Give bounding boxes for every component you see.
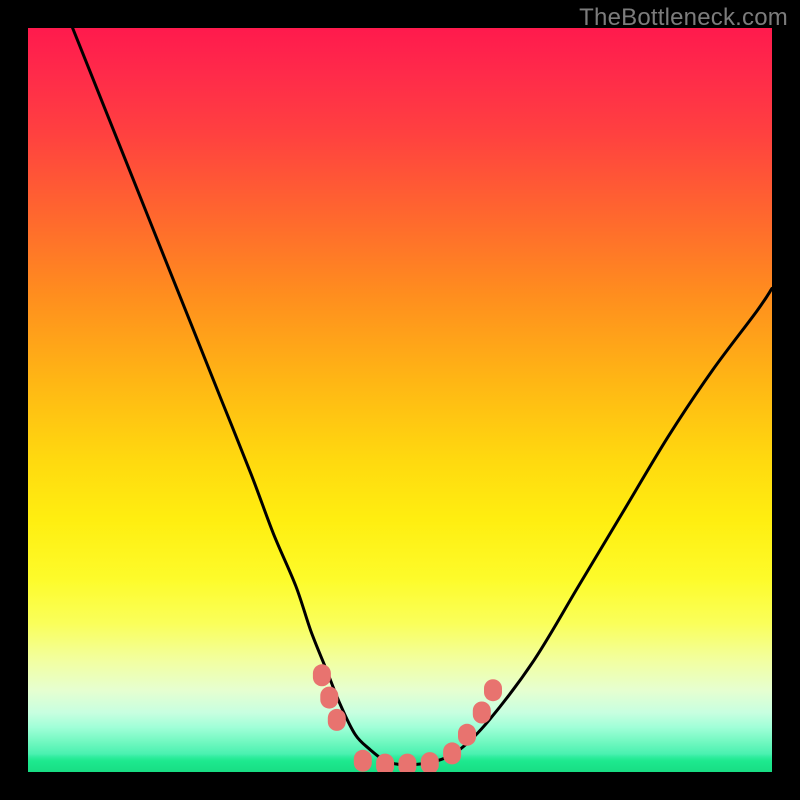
marker-dot <box>376 754 394 772</box>
marker-layer <box>313 664 502 772</box>
bottleneck-curve <box>73 28 772 765</box>
marker-dot <box>443 742 461 764</box>
marker-dot <box>320 687 338 709</box>
chart-frame: TheBottleneck.com <box>0 0 800 800</box>
plot-area <box>28 28 772 772</box>
marker-dot <box>421 752 439 772</box>
marker-dot <box>328 709 346 731</box>
marker-dot <box>313 664 331 686</box>
marker-dot <box>458 724 476 746</box>
marker-dot <box>484 679 502 701</box>
marker-dot <box>398 754 416 772</box>
marker-dot <box>354 750 372 772</box>
curve-layer <box>73 28 772 765</box>
marker-dot <box>473 702 491 724</box>
chart-svg <box>28 28 772 772</box>
